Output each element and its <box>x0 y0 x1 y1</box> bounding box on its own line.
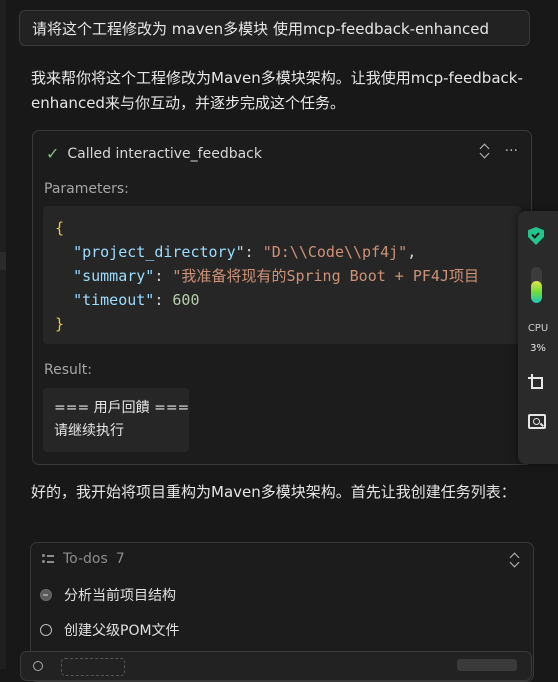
user-prompt[interactable]: 请将这个工程修改为 maven多模块 使用mcp-feedback-enhanc… <box>19 10 530 46</box>
more-options-icon[interactable]: ··· <box>505 143 518 159</box>
cpu-value: 3% <box>530 343 546 354</box>
code-value-summary: "我准备将现有的Spring Boot + PF4J项目 <box>172 267 479 285</box>
code-close-brace: } <box>55 315 65 333</box>
tool-call-header[interactable]: ✓ Called interactive_feedback <box>46 144 262 163</box>
usage-meter <box>531 267 542 303</box>
result-label: Result: <box>44 362 92 378</box>
chat-panel: 请将这个工程修改为 maven多模块 使用mcp-feedback-enhanc… <box>0 0 558 682</box>
tool-call-controls: ··· <box>479 142 518 160</box>
result-block: === 用戶回饋 === 请继续执行 <box>43 388 189 452</box>
tool-call-card: ✓ Called interactive_feedback ··· Parame… <box>32 130 532 465</box>
attachment-chip[interactable] <box>61 658 125 676</box>
code-key-project-directory: "project_directory" <box>73 243 245 261</box>
check-icon: ✓ <box>46 144 60 163</box>
parameters-code-block: { "project_directory": "D:\\Code\\pf4j",… <box>43 206 521 344</box>
crop-icon[interactable] <box>528 374 546 392</box>
shield-check-icon[interactable] <box>528 227 544 245</box>
floating-monitor-panel: CPU 3% <box>518 211 558 464</box>
todo-item[interactable]: 创建父级POM文件 <box>40 620 180 640</box>
user-prompt-text: 请将这个工程修改为 maven多模块 使用mcp-feedback-enhanc… <box>32 19 490 38</box>
expand-collapse-icon[interactable] <box>479 142 491 160</box>
code-value-timeout: 600 <box>172 291 200 309</box>
image-search-icon[interactable] <box>528 414 546 429</box>
code-key-summary: "summary" <box>73 267 155 285</box>
assistant-message-followup: 好的，我开始将项目重构为Maven多模块架构。首先让我创建任务列表： <box>31 483 516 501</box>
context-icon[interactable] <box>33 661 43 671</box>
left-edge <box>0 0 6 669</box>
chat-input-bar[interactable] <box>20 651 532 681</box>
todos-count: 7 <box>115 551 125 567</box>
code-value-project-directory: "D:\\Code\\pf4j" <box>262 243 408 261</box>
todos-header[interactable]: To-dos 7 <box>42 551 125 567</box>
list-icon <box>42 554 54 564</box>
status-indicator <box>457 659 517 671</box>
parameters-label: Parameters: <box>44 181 129 197</box>
todo-item-text: 创建父级POM文件 <box>64 623 180 639</box>
tool-call-title: Called interactive_feedback <box>67 145 262 162</box>
usage-meter-fill <box>531 280 542 303</box>
todos-label: To-dos <box>63 551 108 567</box>
assistant-message-intro: 我来帮你将这个工程修改为Maven多模块架构。让我使用mcp-feedback-… <box>31 69 523 112</box>
code-key-timeout: "timeout" <box>73 291 155 309</box>
code-open-brace: { <box>55 219 65 237</box>
todo-item[interactable]: 分析当前项目结构 <box>40 585 176 605</box>
todos-expand-icon[interactable] <box>509 551 521 569</box>
in-progress-icon <box>40 589 52 601</box>
pending-circle-icon <box>40 624 52 636</box>
todo-item-text: 分析当前项目结构 <box>64 588 176 604</box>
cpu-label: CPU <box>527 323 549 334</box>
edge-handle[interactable] <box>0 252 6 270</box>
